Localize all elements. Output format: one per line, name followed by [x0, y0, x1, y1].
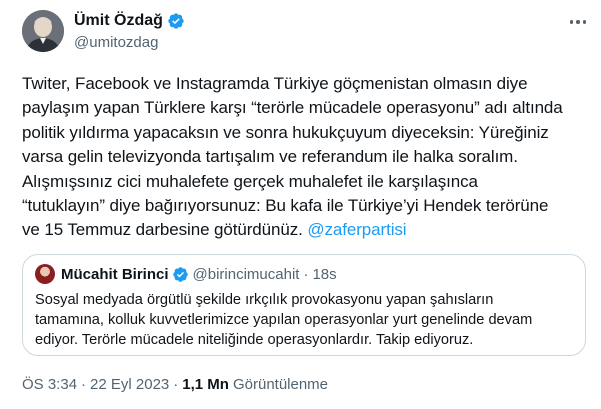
- verified-badge-icon: [172, 266, 188, 282]
- tweet-text: Twiter, Facebook ve Instagramda Türkiye …: [22, 72, 590, 243]
- quoted-author-avatar[interactable]: [35, 264, 55, 284]
- author-avatar-image: [22, 10, 64, 52]
- quoted-tweet-time[interactable]: 18s: [312, 266, 336, 283]
- quoted-tweet-card[interactable]: Mücahit Birinci @birincimucahit · 18s So…: [22, 254, 586, 356]
- author-avatar[interactable]: [22, 10, 64, 52]
- quoted-tweet-header: Mücahit Birinci @birincimucahit · 18s: [35, 264, 337, 284]
- author-handle[interactable]: @umitozdag: [74, 34, 158, 51]
- tweet-line: “tutuklayın” diye bağırıyorsunuz: Bu kaf…: [22, 196, 549, 216]
- quoted-tweet-line: ediyor. Terörle mücadele niteliğinde ope…: [35, 332, 474, 349]
- tweet-line: Twiter, Facebook ve Instagramda Türkiye …: [22, 74, 528, 93]
- tweet-header: Ümit Özdağ @umitozdag: [22, 6, 589, 62]
- quoted-author-handle[interactable]: @birincimucahit: [193, 266, 300, 283]
- tweet-line: politik yıldırma yapacaksın ve sonra huk…: [22, 122, 549, 142]
- more-dot: [582, 20, 587, 24]
- more-horizontal-icon[interactable]: [567, 14, 589, 30]
- separator-dot: ·: [303, 265, 309, 283]
- mention-link[interactable]: @zaferpartisi: [307, 220, 406, 239]
- more-dot: [569, 20, 574, 24]
- views-count: 1,1 Mn: [182, 376, 229, 393]
- tweet-line: ve 15 Temmuz darbesine götürdünüz.: [22, 220, 308, 240]
- tweet-line: Alışmışsınız cici muhalefete gerçek muha…: [22, 171, 478, 191]
- quoted-author-name[interactable]: Mücahit Birinci: [61, 266, 169, 283]
- tweet-line: varsa gelin televizyonda tartışalım ve r…: [22, 147, 518, 167]
- separator-dot: ·: [81, 376, 87, 393]
- tweet-line: paylaşım yapan Türklere karşı “terörle m…: [22, 98, 563, 118]
- author-name-row: Ümit Özdağ: [74, 12, 185, 30]
- quoted-tweet-line: Sosyal medyada örgütlü şekilde ırkçılık …: [35, 292, 494, 308]
- verified-badge-icon: [168, 13, 184, 29]
- separator-dot: ·: [173, 376, 179, 393]
- quoted-tweet-line: tamamına, kolluk kuvvetlerimizce yapılan…: [35, 312, 533, 329]
- tweet-date[interactable]: 22 Eyl 2023: [90, 376, 169, 393]
- tweet-meta: ÖS 3:34 · 22 Eyl 2023 · 1,1 Mn Görüntüle…: [22, 376, 328, 393]
- more-dot: [576, 20, 580, 24]
- views-label: Görüntülenme: [232, 376, 329, 393]
- author-name[interactable]: Ümit Özdağ: [74, 12, 163, 30]
- tweet-line-last: ve 15 Temmuz darbesine götürdünüz. @zafe…: [22, 218, 590, 242]
- quoted-tweet-text: Sosyal medyada örgütlü şekilde ırkçılık …: [35, 290, 532, 351]
- tweet-time[interactable]: ÖS 3:34: [22, 376, 77, 393]
